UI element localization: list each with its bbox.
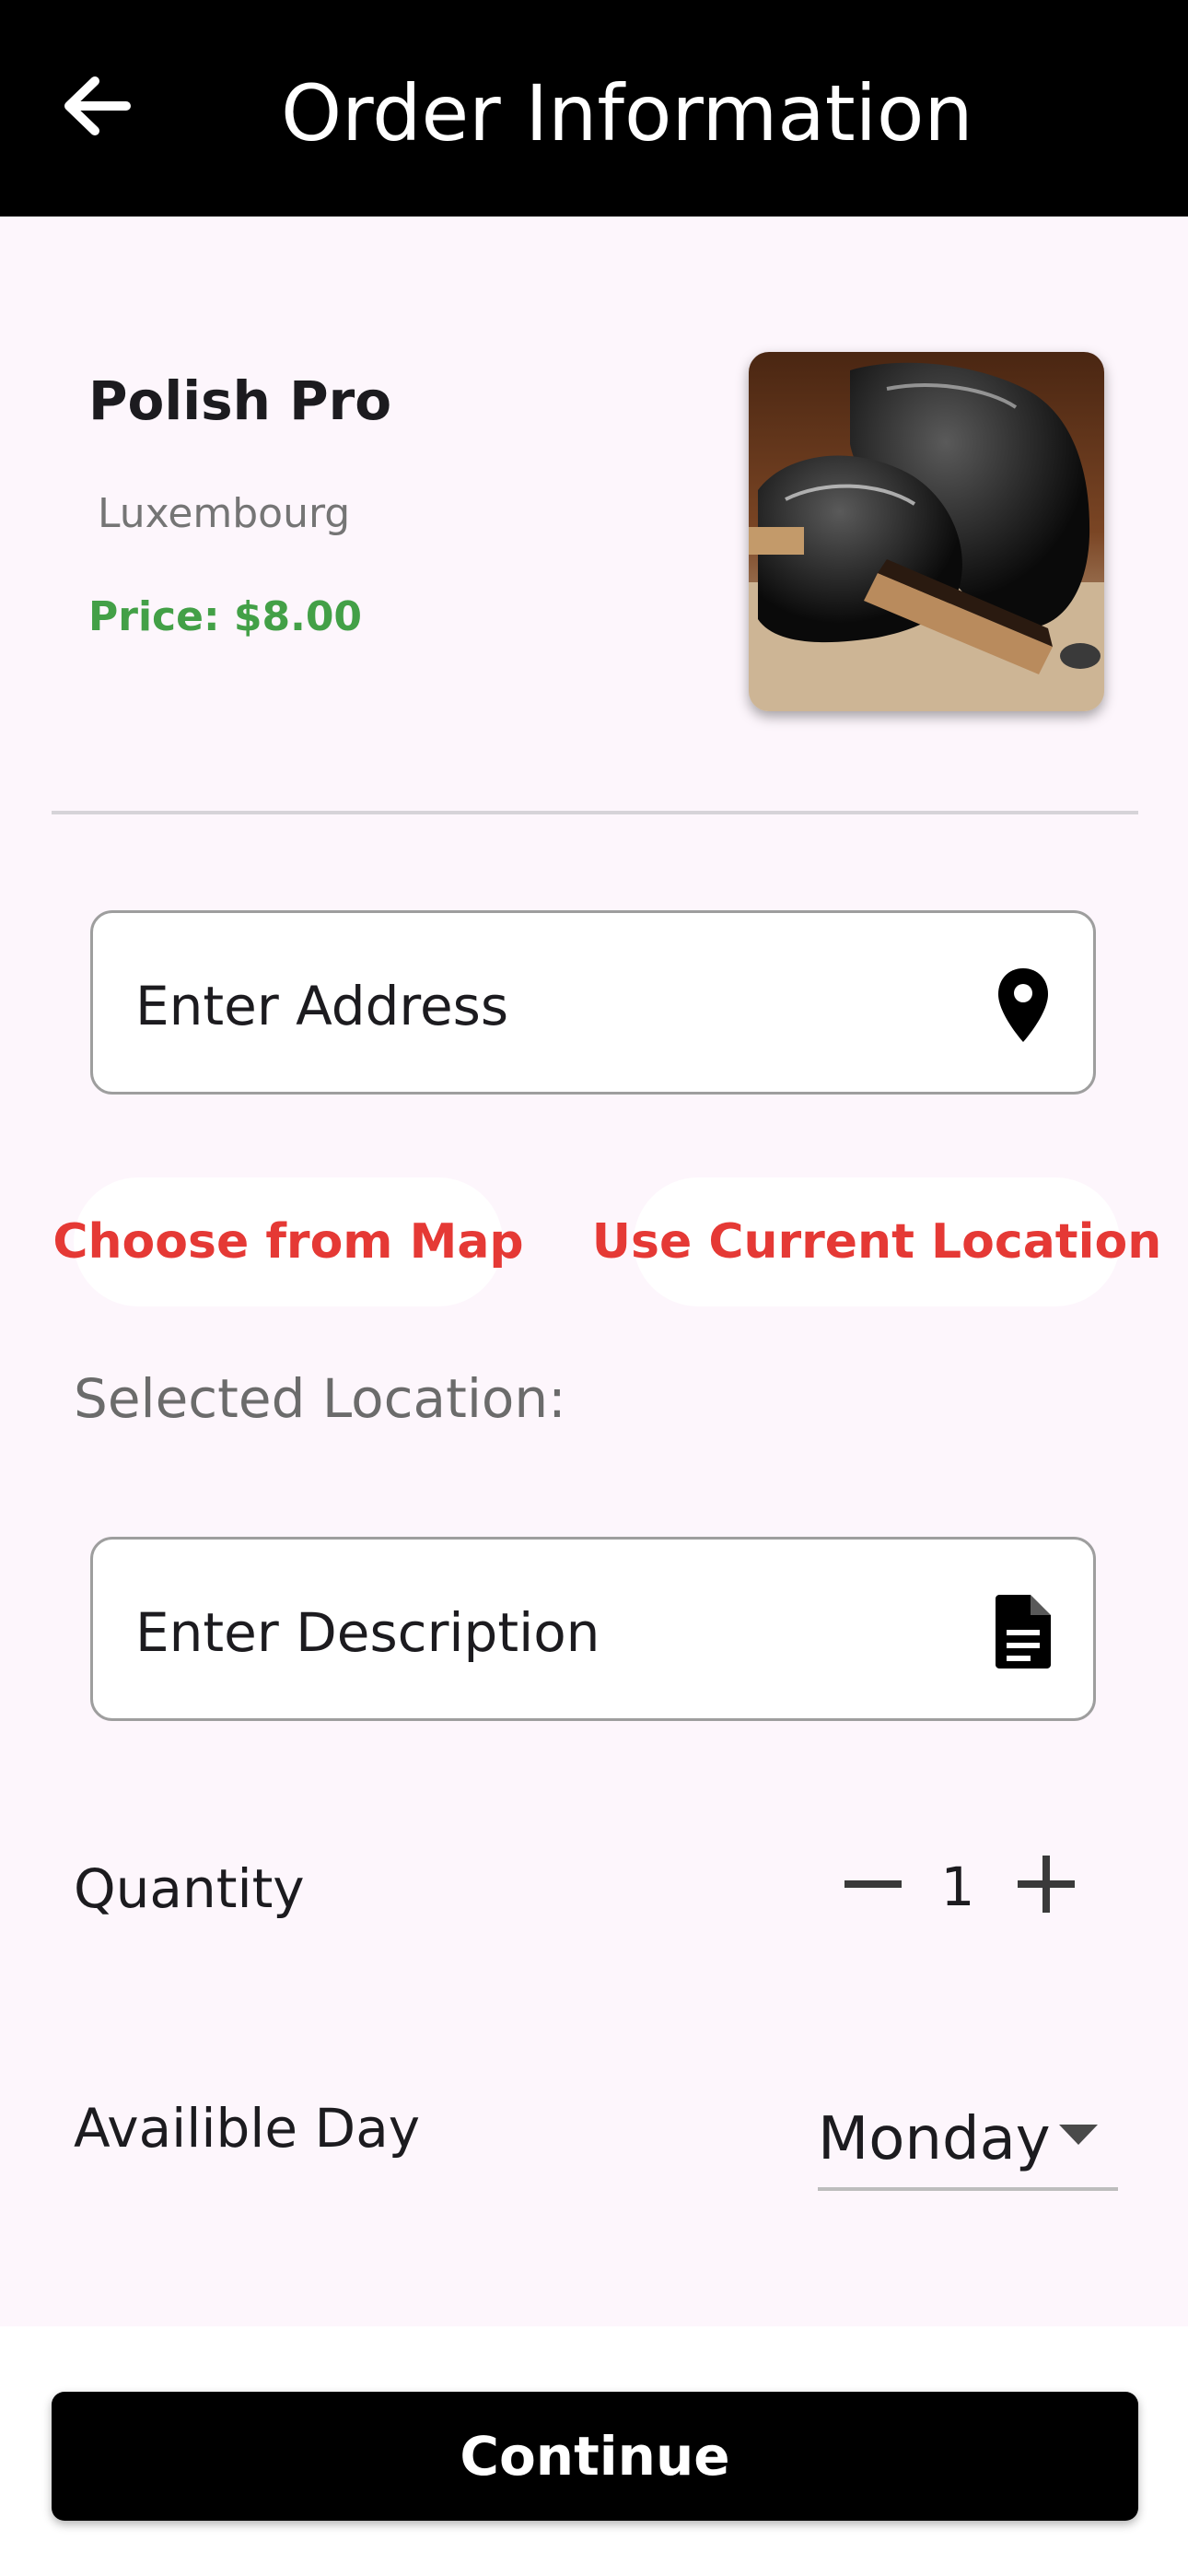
address-input[interactable]: Enter Address [90, 910, 1096, 1095]
product-image [749, 352, 1104, 711]
back-button[interactable] [51, 55, 143, 157]
quantity-value: 1 [940, 1856, 975, 1918]
divider [52, 811, 1138, 814]
continue-button[interactable]: Continue [52, 2392, 1138, 2521]
quantity-increment-button[interactable] [1005, 1843, 1088, 1926]
selected-location-label: Selected Location: [74, 1367, 566, 1430]
address-placeholder: Enter Address [135, 975, 509, 1037]
service-price: Price: $8.00 [88, 593, 363, 640]
available-day-dropdown[interactable]: Monday [818, 2082, 1118, 2191]
available-day-label: Availible Day [74, 2097, 421, 2160]
document-icon [986, 1586, 1060, 1678]
caret-down-icon [1059, 2125, 1098, 2145]
use-current-location-button[interactable]: Use Current Location [592, 1177, 1161, 1306]
app-bar: Order Information [0, 0, 1188, 217]
description-placeholder: Enter Description [135, 1601, 600, 1664]
service-location: Luxembourg [98, 490, 351, 537]
available-day-selected: Monday [818, 2105, 1051, 2173]
arrow-left-icon [64, 76, 131, 135]
service-name: Polish Pro [88, 369, 392, 432]
description-input[interactable]: Enter Description [90, 1537, 1096, 1721]
quantity-decrement-button[interactable] [832, 1843, 914, 1926]
location-pin-icon [986, 959, 1060, 1051]
minus-icon [844, 1880, 902, 1888]
plus-icon [1018, 1856, 1075, 1913]
dropdown-underline [818, 2187, 1118, 2191]
quantity-label: Quantity [74, 1857, 305, 1920]
page-title: Order Information [281, 68, 973, 158]
choose-from-map-button[interactable]: Choose from Map [52, 1177, 524, 1306]
